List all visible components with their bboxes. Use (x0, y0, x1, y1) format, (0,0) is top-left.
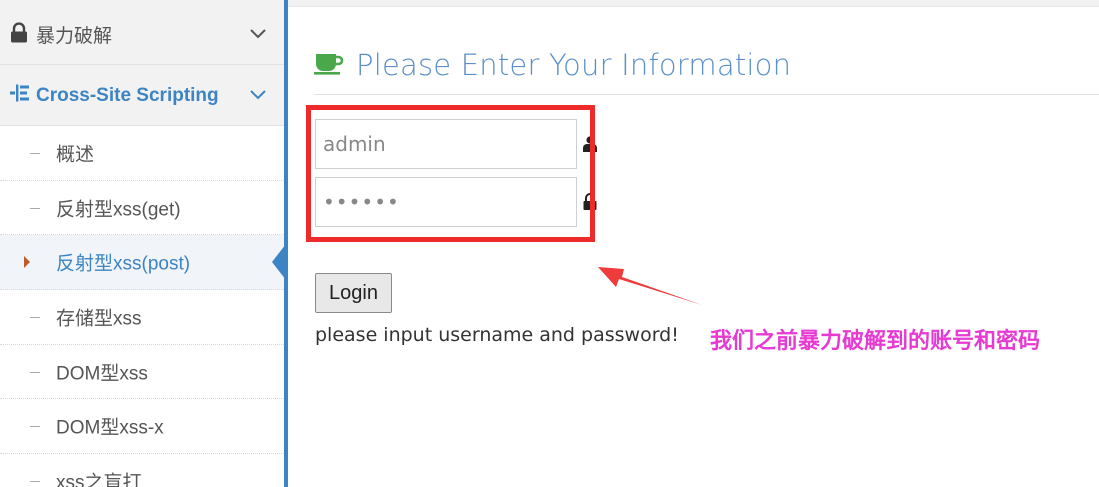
sidebar-item-label: 存储型xss (56, 308, 142, 330)
sidebar-section-label: 暴力破解 (36, 26, 113, 47)
dash-icon (30, 480, 40, 482)
page: 暴力破解 Cross-Site Scripting 概述 反射型xss(get)… (0, 0, 1099, 487)
sidebar-item-label: DOM型xss (56, 363, 148, 385)
title-divider (314, 94, 1099, 95)
status-message: please input username and password! (315, 324, 679, 346)
sidebar-item-label: 反射型xss(get) (56, 199, 181, 221)
dash-icon (30, 207, 40, 209)
sidebar-item-reflected-xss-post[interactable]: 反射型xss(post) (0, 235, 284, 291)
dash-icon (30, 426, 40, 428)
page-title-text: Please Enter Your Information (356, 48, 792, 82)
dash-icon (30, 316, 40, 318)
sidebar-item-dom-xss[interactable]: DOM型xss (0, 344, 284, 400)
sidebar-submenu: 概述 反射型xss(get) 反射型xss(post) 存储型xss DOM型x… (0, 126, 284, 487)
sidebar-item-blind-xss[interactable]: xss之盲打 (0, 454, 284, 487)
sidebar-item-stored-xss[interactable]: 存储型xss (0, 290, 284, 345)
sidebar-item-dom-xss-x[interactable]: DOM型xss-x (0, 399, 284, 455)
lock-icon (10, 21, 28, 47)
dash-icon (30, 371, 40, 373)
chevron-down-icon[interactable] (250, 26, 266, 44)
sitemap-icon (10, 83, 30, 108)
sidebar-item-label: xss之盲打 (56, 472, 142, 487)
annotation-arrow-icon (590, 255, 710, 320)
sidebar-item-label: 概述 (56, 144, 95, 166)
page-title: Please Enter Your Information (314, 48, 791, 82)
sidebar-item-label: DOM型xss-x (56, 417, 164, 439)
sidebar-section-xss[interactable]: Cross-Site Scripting (0, 66, 284, 126)
sidebar-item-label: 反射型xss(post) (56, 253, 191, 275)
coffee-cup-icon (314, 51, 344, 80)
active-item-pointer (272, 244, 286, 280)
sidebar-section-label: Cross-Site Scripting (36, 84, 219, 106)
sidebar-section-brute-force[interactable]: 暴力破解 (0, 5, 284, 65)
annotation-text: 我们之前暴力破解到的账号和密码 (710, 328, 1041, 353)
highlight-box (306, 105, 595, 242)
sidebar-item-overview[interactable]: 概述 (0, 126, 284, 181)
chevron-down-icon[interactable] (250, 87, 266, 105)
caret-right-icon (24, 256, 30, 269)
dash-icon (30, 152, 40, 154)
login-button[interactable]: Login (315, 273, 392, 313)
sidebar: 暴力破解 Cross-Site Scripting 概述 反射型xss(get)… (0, 0, 288, 487)
sidebar-item-reflected-xss-get[interactable]: 反射型xss(get) (0, 180, 284, 236)
top-bar (288, 0, 1099, 7)
